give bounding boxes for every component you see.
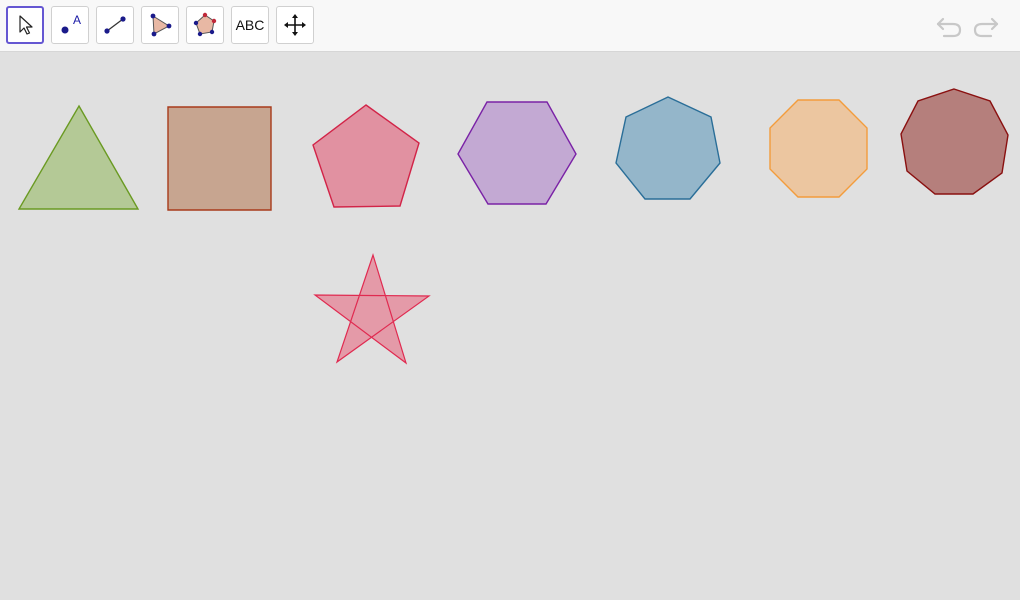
heptagon[interactable]: [615, 96, 721, 200]
nonagon[interactable]: [900, 88, 1009, 195]
move-tool-button[interactable]: [6, 6, 44, 44]
redo-button[interactable]: [970, 10, 1002, 42]
polygon-tool-button[interactable]: [141, 6, 179, 44]
move-graphics-view-tool-button[interactable]: [276, 6, 314, 44]
four-arrows-icon: [284, 14, 306, 36]
regular-polygon-tool-button[interactable]: [186, 6, 224, 44]
octagon[interactable]: [769, 99, 868, 198]
point-icon: A: [61, 13, 81, 34]
graphics-view[interactable]: [0, 53, 1020, 600]
point-tool-button[interactable]: A: [51, 6, 89, 44]
redo-icon: [973, 17, 999, 38]
undo-icon: [936, 17, 962, 38]
text-tool-label: ABC: [235, 17, 265, 33]
pentagram[interactable]: [313, 253, 431, 365]
pentagon[interactable]: [312, 104, 420, 208]
point-tool-label: A: [73, 13, 81, 27]
triangle-polygon-icon: [150, 13, 172, 37]
text-tool-button[interactable]: ABC: [231, 6, 269, 44]
regular-polygon-icon: [193, 12, 217, 37]
hexagon[interactable]: [457, 101, 577, 205]
triangle[interactable]: [17, 104, 140, 210]
segment-icon: [104, 16, 126, 34]
square[interactable]: [167, 106, 272, 211]
cursor-arrow-icon: [19, 15, 33, 35]
segment-tool-button[interactable]: [96, 6, 134, 44]
undo-button[interactable]: [933, 10, 965, 42]
toolbar: A ABC: [0, 0, 1020, 52]
